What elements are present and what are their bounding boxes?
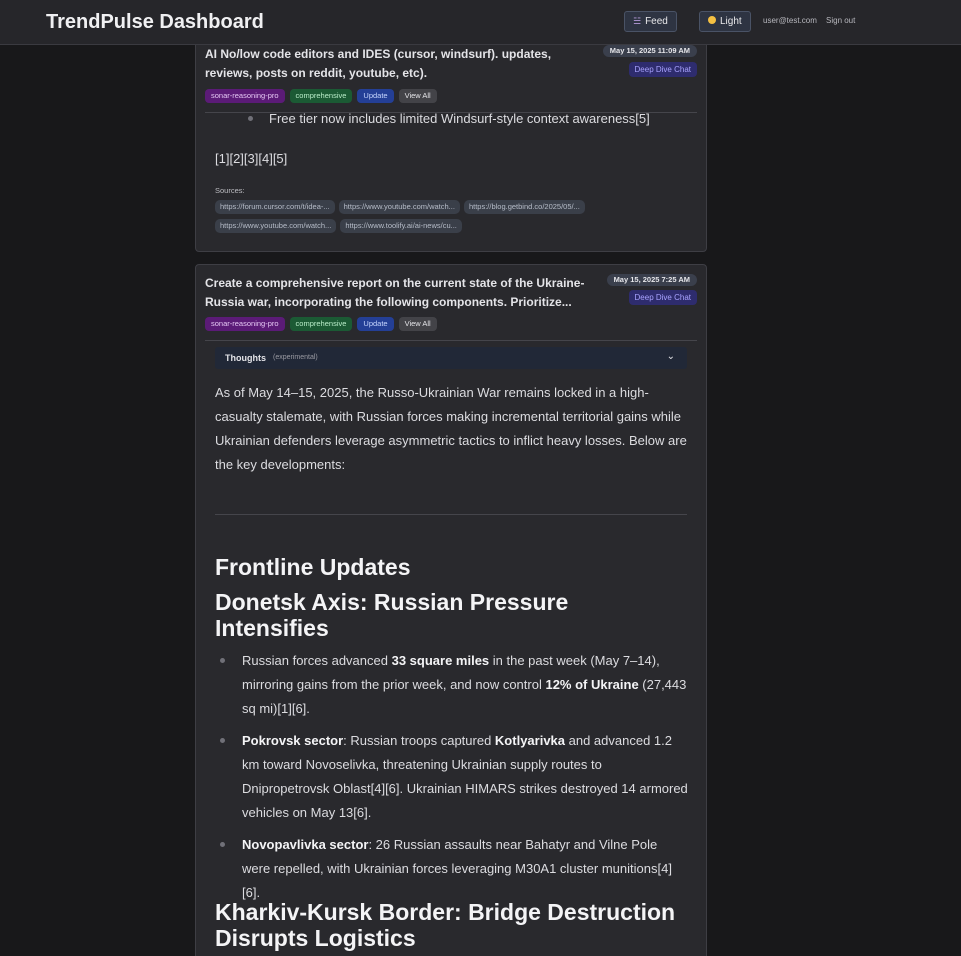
bullet-text: : Russian troops captured bbox=[343, 733, 495, 748]
report-date-badge: May 15, 2025 11:09 AM bbox=[602, 45, 697, 57]
report-title[interactable]: Create a comprehensive report on the cur… bbox=[205, 274, 595, 312]
source-link[interactable]: https://www.youtube.com/watch... bbox=[215, 219, 337, 233]
source-link[interactable]: https://forum.cursor.com/t/idea-... bbox=[215, 200, 335, 214]
sources-label: Sources: bbox=[215, 186, 245, 195]
thoughts-sublabel: (experimental) bbox=[273, 354, 318, 361]
theme-toggle-button[interactable]: Light bbox=[699, 11, 751, 32]
report-title[interactable]: AI No/low code editors and IDES (cursor,… bbox=[205, 45, 595, 83]
user-email: user@test.com bbox=[763, 16, 817, 25]
list-item: Russian forces advanced 33 square miles … bbox=[242, 649, 688, 721]
bullet-bold: 12% of Ukraine bbox=[545, 677, 639, 692]
report-card: Create a comprehensive report on the cur… bbox=[195, 264, 707, 956]
theme-toggle-label: Light bbox=[720, 16, 742, 27]
app-title: TrendPulse Dashboard bbox=[46, 11, 264, 33]
thoughts-label: Thoughts bbox=[225, 353, 266, 363]
view-all-button[interactable]: View All bbox=[398, 89, 437, 103]
subsection-heading: Kharkiv-Kursk Border: Bridge Destruction… bbox=[215, 899, 676, 951]
bullet-dot bbox=[220, 842, 225, 847]
bullet-bold: Novopavlivka sector bbox=[242, 837, 369, 852]
bullet-dot bbox=[248, 116, 253, 121]
sources-row: https://forum.cursor.com/t/idea-... http… bbox=[215, 200, 585, 214]
tag-row: sonar-reasoning-pro comprehensive Update… bbox=[205, 89, 437, 103]
deep-dive-chat-button[interactable]: Deep Dive Chat bbox=[628, 290, 697, 305]
card-divider bbox=[205, 340, 697, 341]
sun-icon bbox=[708, 16, 716, 24]
citations-text: [1][2][3][4][5] bbox=[215, 151, 288, 166]
subsection-heading: Donetsk Axis: Russian Pressure Intensifi… bbox=[215, 589, 569, 641]
top-navbar: TrendPulse Dashboard ☱ Feed Light user@te… bbox=[0, 0, 961, 45]
bullet-bold: 33 square miles bbox=[391, 653, 490, 668]
source-link[interactable]: https://www.youtube.com/watch... bbox=[338, 200, 460, 214]
bullet-text: Russian forces advanced bbox=[242, 653, 392, 668]
thoughts-toggle[interactable]: Thoughts (experimental) ⌄ bbox=[215, 347, 687, 369]
tag-row: sonar-reasoning-pro comprehensive Update… bbox=[205, 317, 437, 331]
source-link[interactable]: https://blog.getbind.co/2025/05/... bbox=[463, 200, 585, 214]
bullet-text: Free tier now includes limited Windsurf-… bbox=[269, 111, 650, 126]
chevron-down-icon: ⌄ bbox=[666, 351, 675, 362]
model-tag: sonar-reasoning-pro bbox=[205, 317, 285, 331]
section-heading: Frontline Updates bbox=[215, 554, 411, 580]
depth-tag: comprehensive bbox=[289, 89, 353, 103]
feed-button-label: Feed bbox=[645, 16, 668, 27]
update-button[interactable]: Update bbox=[357, 89, 394, 103]
section-divider bbox=[215, 514, 687, 515]
depth-tag: comprehensive bbox=[289, 317, 353, 331]
feed-button[interactable]: ☱ Feed bbox=[624, 11, 677, 32]
bullet-bold: Pokrovsk sector bbox=[242, 733, 344, 748]
sign-out-link[interactable]: Sign out bbox=[826, 16, 855, 25]
feed-icon: ☱ bbox=[633, 16, 642, 26]
bullet-dot bbox=[220, 738, 225, 743]
source-link[interactable]: https://www.toolify.ai/ai-news/cu... bbox=[340, 219, 462, 233]
report-date-badge: May 15, 2025 7:25 AM bbox=[606, 274, 697, 286]
list-item: Pokrovsk sector: Russian troops captured… bbox=[242, 729, 688, 825]
model-tag: sonar-reasoning-pro bbox=[205, 89, 285, 103]
bullet-dot bbox=[220, 658, 225, 663]
deep-dive-chat-button[interactable]: Deep Dive Chat bbox=[628, 62, 697, 77]
sources-row: https://www.youtube.com/watch... https:/… bbox=[215, 219, 462, 233]
report-card: AI No/low code editors and IDES (cursor,… bbox=[195, 30, 707, 252]
view-all-button[interactable]: View All bbox=[398, 317, 437, 331]
bullet-bold: Kotlyarivka bbox=[494, 733, 566, 748]
update-button[interactable]: Update bbox=[357, 317, 394, 331]
report-intro: As of May 14–15, 2025, the Russo-Ukraini… bbox=[215, 385, 687, 472]
list-item: Novopavlivka sector: 26 Russian assaults… bbox=[242, 833, 688, 905]
